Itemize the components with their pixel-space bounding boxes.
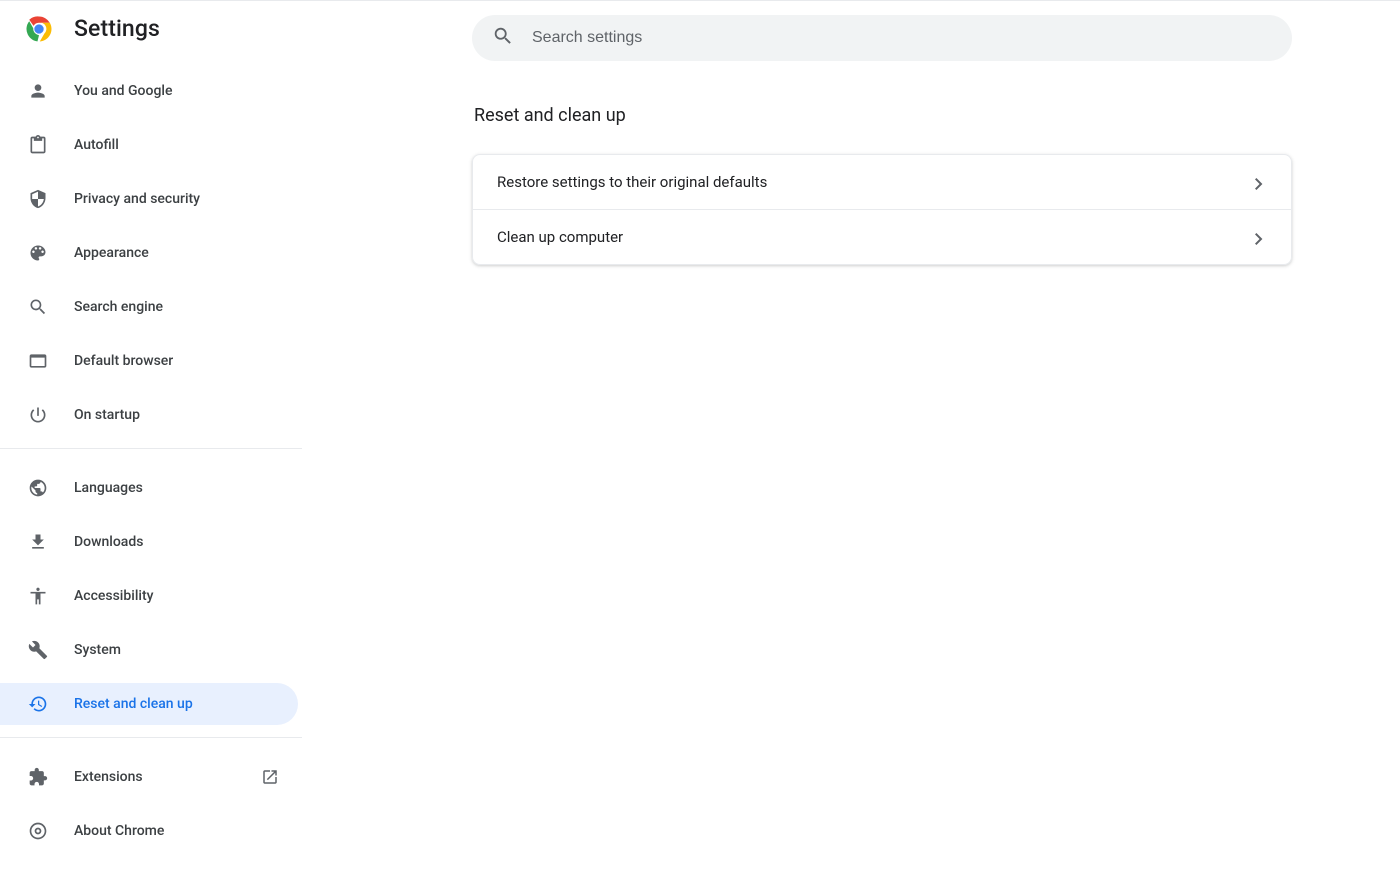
browser-icon	[28, 351, 48, 371]
nav-divider-2	[0, 737, 302, 738]
nav-on-startup[interactable]: On startup	[0, 394, 298, 436]
sidebar: Settings You and Google Autofill Privacy…	[0, 1, 302, 896]
extension-icon	[28, 767, 48, 787]
clipboard-icon	[28, 135, 48, 155]
nav-label: System	[74, 642, 298, 658]
card-item-label: Clean up computer	[497, 228, 623, 246]
nav-label: You and Google	[74, 83, 298, 99]
palette-icon	[28, 243, 48, 263]
chevron-right-icon	[1255, 176, 1267, 188]
main-content: Reset and clean up Restore settings to t…	[302, 1, 1400, 896]
nav-group-3: Extensions About Chrome	[0, 756, 302, 852]
settings-card: Restore settings to their original defau…	[472, 154, 1292, 265]
clean-up-computer-item[interactable]: Clean up computer	[473, 209, 1291, 264]
download-icon	[28, 532, 48, 552]
restore-defaults-item[interactable]: Restore settings to their original defau…	[473, 155, 1291, 209]
nav-search-engine[interactable]: Search engine	[0, 286, 298, 328]
search-bar[interactable]	[472, 15, 1292, 61]
nav-downloads[interactable]: Downloads	[0, 521, 298, 563]
nav-label: Default browser	[74, 353, 298, 369]
nav-languages[interactable]: Languages	[0, 467, 298, 509]
power-icon	[28, 405, 48, 425]
card-item-label: Restore settings to their original defau…	[497, 173, 767, 191]
nav-label: Autofill	[74, 137, 298, 153]
accessibility-icon	[28, 586, 48, 606]
nav-you-and-google[interactable]: You and Google	[0, 70, 298, 112]
chevron-right-icon	[1255, 231, 1267, 243]
nav-label: Privacy and security	[74, 191, 298, 207]
nav-label: Languages	[74, 480, 298, 496]
nav-label: Search engine	[74, 299, 298, 315]
main-inner: Reset and clean up Restore settings to t…	[472, 15, 1292, 265]
nav-appearance[interactable]: Appearance	[0, 232, 298, 274]
section-title: Reset and clean up	[472, 105, 1292, 126]
nav-group-1: You and Google Autofill Privacy and secu…	[0, 60, 302, 436]
globe-icon	[28, 478, 48, 498]
wrench-icon	[28, 640, 48, 660]
nav-about-chrome[interactable]: About Chrome	[0, 810, 298, 852]
restore-icon	[28, 694, 48, 714]
search-input[interactable]	[532, 29, 1272, 47]
nav-privacy-security[interactable]: Privacy and security	[0, 178, 298, 220]
nav-accessibility[interactable]: Accessibility	[0, 575, 298, 617]
search-icon	[492, 25, 514, 51]
shield-icon	[28, 189, 48, 209]
nav-label: About Chrome	[74, 823, 298, 839]
sidebar-header: Settings	[0, 15, 302, 60]
nav-label: Reset and clean up	[74, 696, 298, 712]
app-title: Settings	[74, 15, 160, 42]
nav-autofill[interactable]: Autofill	[0, 124, 298, 166]
nav-label: Downloads	[74, 534, 298, 550]
nav-label: Appearance	[74, 245, 298, 261]
nav-group-2: Languages Downloads Accessibility System	[0, 467, 302, 725]
search-icon	[28, 297, 48, 317]
chrome-outline-icon	[28, 821, 48, 841]
nav-label: Accessibility	[74, 588, 298, 604]
nav-extensions[interactable]: Extensions	[0, 756, 298, 798]
open-in-new-icon	[260, 767, 280, 787]
nav-label: On startup	[74, 407, 298, 423]
nav-divider	[0, 448, 302, 449]
nav-reset-clean-up[interactable]: Reset and clean up	[0, 683, 298, 725]
chrome-logo-icon	[26, 16, 52, 42]
nav-label: Extensions	[74, 769, 234, 785]
person-icon	[28, 81, 48, 101]
nav-default-browser[interactable]: Default browser	[0, 340, 298, 382]
nav-system[interactable]: System	[0, 629, 298, 671]
app-container: Settings You and Google Autofill Privacy…	[0, 0, 1400, 896]
